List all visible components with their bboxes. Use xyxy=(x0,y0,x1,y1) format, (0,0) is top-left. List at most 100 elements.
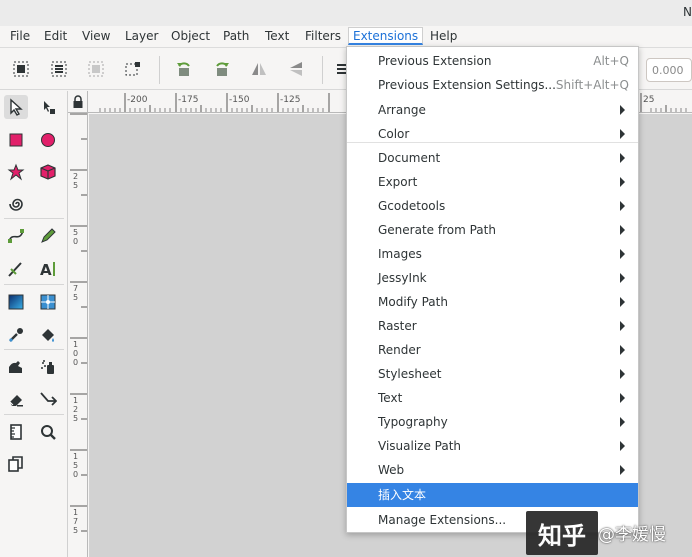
ruler-lock-icon[interactable] xyxy=(68,91,88,113)
star-tool-icon[interactable] xyxy=(4,160,28,184)
menu-item-label: Text xyxy=(378,391,403,405)
menu-item-label: Generate from Path xyxy=(378,223,496,237)
submenu-arrow-icon xyxy=(620,201,625,211)
menu-item-raster[interactable]: Raster xyxy=(347,314,638,338)
menu-extensions[interactable]: Extensions xyxy=(348,27,424,45)
submenu-arrow-icon xyxy=(620,225,625,235)
tweak-tool-icon[interactable] xyxy=(4,355,28,379)
menu-item-label: Previous Extension Settings... xyxy=(378,78,556,92)
toolbar-separator xyxy=(322,56,323,84)
menu-item-gcodetools[interactable]: Gcodetools xyxy=(347,194,638,218)
ruler-label: 7 xyxy=(73,284,78,293)
menu-item-previous-extension-settings[interactable]: Previous Extension Settings... Shift+Alt… xyxy=(347,73,638,97)
flip-vertical-icon[interactable] xyxy=(285,58,307,80)
menu-text[interactable]: Text xyxy=(261,29,293,47)
submenu-arrow-icon xyxy=(620,129,625,139)
measure-tool-icon[interactable] xyxy=(4,420,28,444)
submenu-arrow-icon xyxy=(620,297,625,307)
menu-item-previous-extension[interactable]: Previous Extension Alt+Q xyxy=(347,49,638,73)
ruler-label: -125 xyxy=(280,95,300,105)
select-all-icon[interactable] xyxy=(10,58,32,80)
ruler-label: -200 xyxy=(127,95,148,105)
gradient-tool-icon[interactable] xyxy=(4,290,28,314)
menu-path[interactable]: Path xyxy=(219,29,253,47)
spray-tool-icon[interactable] xyxy=(36,355,60,379)
eraser-tool-icon[interactable] xyxy=(4,387,28,411)
zoom-tool-icon[interactable] xyxy=(36,420,60,444)
menu-item-stylesheet[interactable]: Stylesheet xyxy=(347,362,638,386)
submenu-arrow-icon xyxy=(620,153,625,163)
spiral-tool-icon[interactable] xyxy=(4,192,28,216)
submenu-arrow-icon xyxy=(620,441,625,451)
menu-item-label: Export xyxy=(378,175,418,189)
zhihu-watermark: 知乎 @李媛慢 xyxy=(526,511,692,557)
ruler-label: -175 xyxy=(178,95,198,105)
ruler-label: 5 xyxy=(73,461,78,470)
menu-item-render[interactable]: Render xyxy=(347,338,638,362)
menu-item-label: Gcodetools xyxy=(378,199,446,213)
rotate-cw-icon[interactable] xyxy=(211,58,233,80)
flip-horizontal-icon[interactable] xyxy=(248,58,270,80)
extensions-dropdown-menu: Previous Extension Alt+Q Previous Extens… xyxy=(346,46,639,533)
pages-tool-icon[interactable] xyxy=(4,452,28,476)
menu-item-text[interactable]: Text xyxy=(347,386,638,410)
ruler-label: 2 xyxy=(73,172,78,181)
touch-select-icon[interactable] xyxy=(122,58,144,80)
menu-item-label: Web xyxy=(378,463,405,477)
rectangle-tool-icon[interactable] xyxy=(4,128,28,152)
ellipse-tool-icon[interactable] xyxy=(36,128,60,152)
ruler-label: 1 xyxy=(73,508,78,517)
menu-item-arrange[interactable]: Arrange xyxy=(347,98,638,122)
ruler-label: 2 xyxy=(73,405,78,414)
menu-item-label: Color xyxy=(378,127,410,141)
menu-item-export[interactable]: Export xyxy=(347,170,638,194)
menu-item-document[interactable]: Document xyxy=(347,146,638,170)
menu-item-label: Images xyxy=(378,247,422,261)
submenu-arrow-icon xyxy=(620,369,625,379)
menu-item-typography[interactable]: Typography xyxy=(347,410,638,434)
ruler-label: 25 xyxy=(643,95,654,105)
menu-view[interactable]: View xyxy=(78,29,114,47)
selector-tool-icon[interactable] xyxy=(4,95,28,119)
submenu-arrow-icon xyxy=(620,465,625,475)
text-tool-icon[interactable]: A xyxy=(36,257,60,281)
toolbox-separator xyxy=(4,284,64,285)
window-title: N xyxy=(683,5,692,19)
menu-item-web[interactable]: Web xyxy=(347,458,638,482)
menu-help[interactable]: Help xyxy=(426,29,461,47)
menu-item-images[interactable]: Images xyxy=(347,242,638,266)
submenu-arrow-icon xyxy=(620,249,625,259)
menu-filters[interactable]: Filters xyxy=(301,29,345,47)
menu-item-modify-path[interactable]: Modify Path xyxy=(347,290,638,314)
select-all-layers-icon[interactable] xyxy=(48,58,70,80)
rotate-ccw-icon[interactable] xyxy=(173,58,195,80)
menu-item-color[interactable]: Color xyxy=(347,122,638,146)
ruler-label: 1 xyxy=(73,452,78,461)
dropper-tool-icon[interactable] xyxy=(4,323,28,347)
menu-file[interactable]: File xyxy=(6,29,34,47)
menu-layer[interactable]: Layer xyxy=(121,29,162,47)
menu-item-label: JessyInk xyxy=(378,271,427,285)
ruler-label: 5 xyxy=(73,526,78,535)
submenu-arrow-icon xyxy=(620,417,625,427)
mesh-tool-icon[interactable] xyxy=(36,290,60,314)
pencil-tool-icon[interactable] xyxy=(36,224,60,248)
menu-item-generate-from-path[interactable]: Generate from Path xyxy=(347,218,638,242)
deselect-icon[interactable] xyxy=(85,58,107,80)
connector-tool-icon[interactable] xyxy=(36,387,60,411)
ruler-label: 0 xyxy=(73,349,78,358)
bezier-tool-icon[interactable] xyxy=(4,224,28,248)
ruler-label: 0 xyxy=(73,470,78,479)
menu-item-jessyink[interactable]: JessyInk xyxy=(347,266,638,290)
menu-object[interactable]: Object xyxy=(167,29,214,47)
calligraphy-tool-icon[interactable] xyxy=(4,257,28,281)
paint-bucket-tool-icon[interactable] xyxy=(36,323,60,347)
svg-text:A: A xyxy=(40,261,52,278)
3d-box-tool-icon[interactable] xyxy=(36,160,60,184)
menu-item-insert-text[interactable]: 插入文本 xyxy=(347,483,638,507)
menu-item-visualize-path[interactable]: Visualize Path xyxy=(347,434,638,458)
node-tool-icon[interactable] xyxy=(36,95,60,119)
menu-edit[interactable]: Edit xyxy=(40,29,71,47)
ruler-label: -150 xyxy=(229,95,250,105)
coordinate-input[interactable]: 0.000 xyxy=(646,58,692,82)
